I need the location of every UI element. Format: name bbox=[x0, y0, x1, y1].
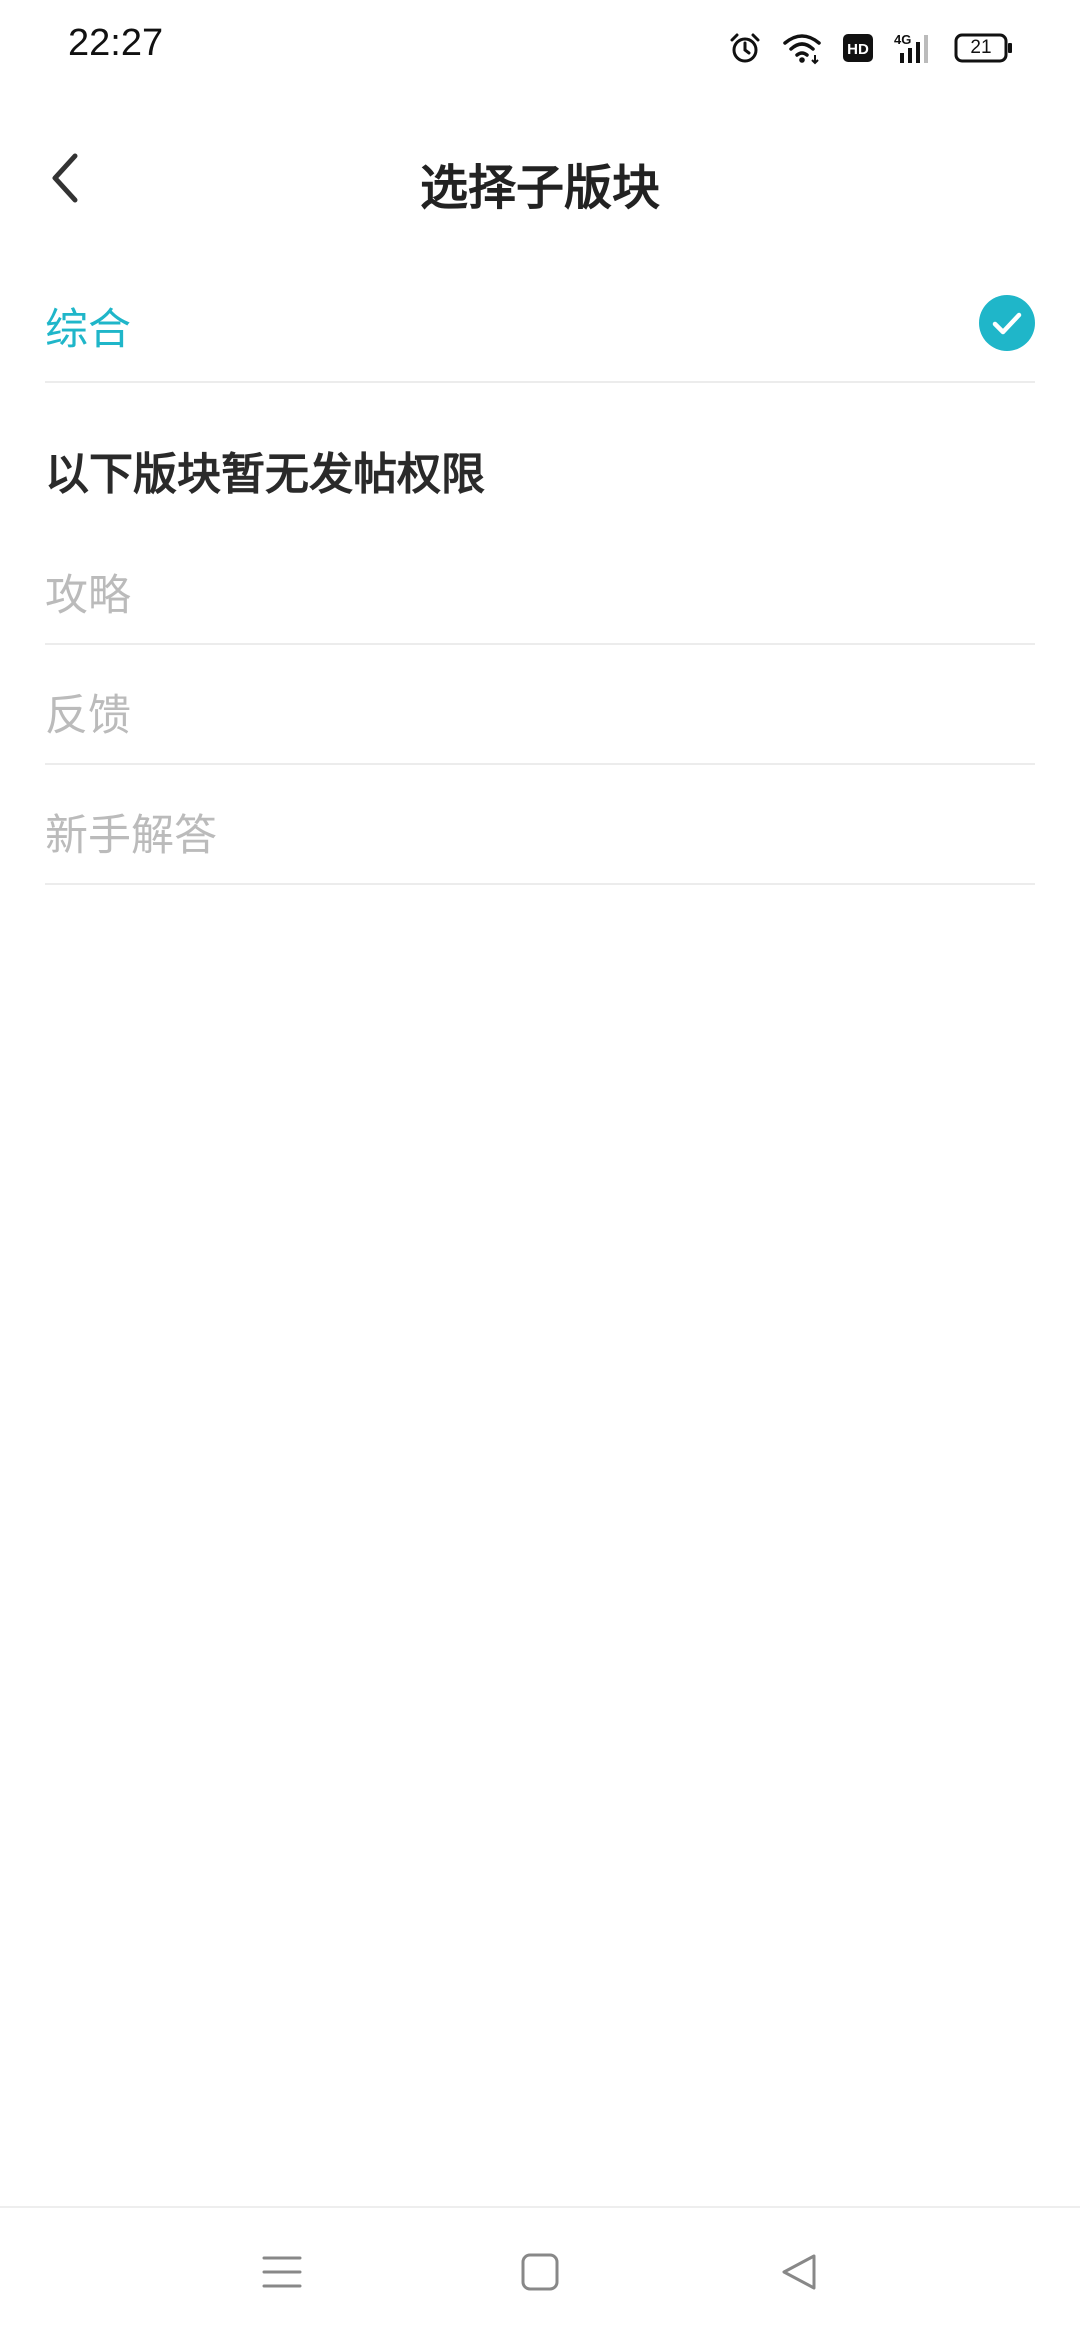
svg-text:4G: 4G bbox=[894, 32, 911, 47]
section-label: 综合 bbox=[45, 305, 131, 355]
back-triangle-icon bbox=[776, 2250, 820, 2298]
signal-4g-icon: 4G bbox=[894, 31, 934, 65]
svg-text:HD: HD bbox=[847, 41, 869, 58]
section-label: 新手解答 bbox=[45, 811, 217, 861]
menu-icon bbox=[260, 2252, 304, 2296]
check-circle-icon bbox=[979, 295, 1035, 351]
battery-icon: 21 bbox=[954, 33, 1014, 63]
status-time: 22:27 bbox=[68, 22, 164, 64]
nav-menu-button[interactable] bbox=[252, 2244, 312, 2304]
section-label: 攻略 bbox=[45, 571, 131, 621]
nav-back-button[interactable] bbox=[768, 2244, 828, 2304]
status-icons: HD 4G 21 bbox=[728, 28, 1014, 68]
section-item-selected[interactable]: 综合 bbox=[45, 263, 1035, 383]
screen: 22:27 HD 4G 21 选择子版块 综合 以下版块暂无发帖权限 攻略 反馈… bbox=[0, 0, 1080, 2340]
section-item-disabled: 新手解答 bbox=[45, 765, 1035, 885]
alarm-icon bbox=[728, 31, 762, 65]
nav-home-button[interactable] bbox=[510, 2244, 570, 2304]
section-item-disabled: 反馈 bbox=[45, 645, 1035, 765]
status-bar: 22:27 HD 4G 21 bbox=[0, 0, 1080, 96]
page-title: 选择子版块 bbox=[419, 160, 660, 216]
title-bar: 选择子版块 bbox=[0, 120, 1080, 240]
section-label: 反馈 bbox=[45, 691, 131, 741]
hd-icon: HD bbox=[842, 32, 874, 64]
section-item-disabled: 攻略 bbox=[45, 525, 1035, 645]
restricted-heading: 以下版块暂无发帖权限 bbox=[45, 449, 485, 500]
system-nav-bar bbox=[0, 2206, 1080, 2340]
wifi-icon bbox=[782, 31, 822, 65]
battery-level: 21 bbox=[970, 37, 992, 58]
home-icon bbox=[518, 2250, 562, 2298]
